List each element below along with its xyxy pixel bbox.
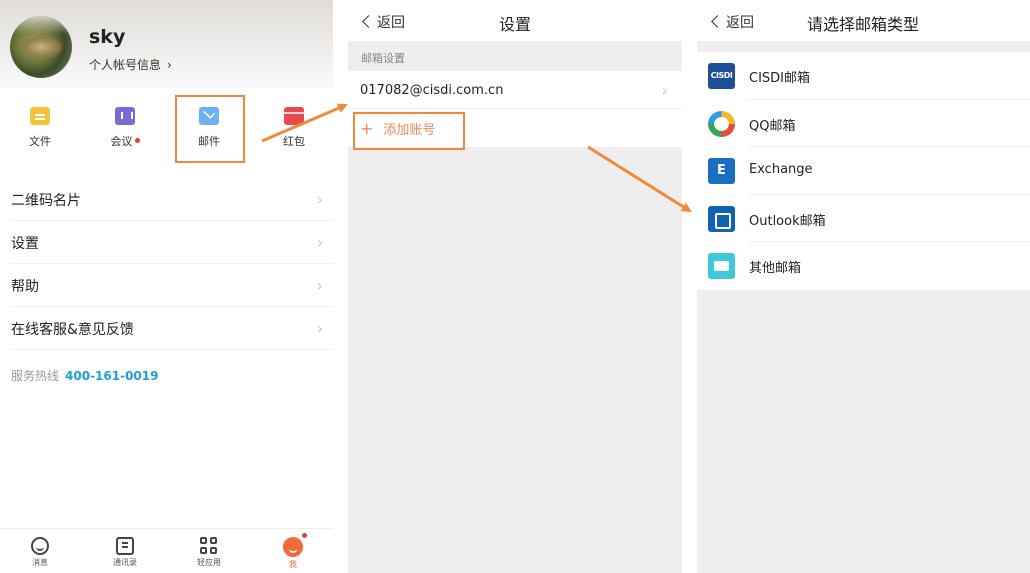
service-hotline: 服务热线 400-161-0019 — [11, 367, 158, 384]
shortcut-label: 会议 — [110, 135, 133, 148]
mail-type-label: 其他邮箱 — [749, 261, 802, 276]
profile-header[interactable]: sky 个人帐号信息 › — [0, 0, 333, 88]
mail-type-exchange[interactable]: E Exchange — [697, 147, 1030, 195]
nav-bar: 返回 设置 — [348, 0, 682, 41]
mail-type-outlook[interactable]: Outlook邮箱 — [697, 195, 1030, 242]
me-screen: sky 个人帐号信息 › 文件 会议 邮件 红包 二维码名片 › 设置 › 帮助 … — [0, 0, 333, 573]
mail-type-label: Outlook邮箱 — [749, 213, 826, 229]
folder-icon — [30, 107, 50, 125]
shortcut-label: 红包 — [283, 135, 305, 148]
other-mail-icon — [708, 253, 735, 279]
tab-apps[interactable]: 轻应用 — [179, 537, 239, 568]
bottom-tab-bar: 消息 通讯录 轻应用 我 — [0, 528, 333, 573]
tab-contacts[interactable]: 通讯录 — [95, 537, 155, 568]
tab-label: 消息 — [32, 558, 48, 567]
qq-mail-icon — [708, 110, 735, 137]
menu-item-settings[interactable]: 设置 › — [11, 221, 333, 264]
notification-dot — [301, 532, 308, 539]
menu-item-label: 在线客服&意见反馈 — [11, 322, 134, 338]
tab-label: 通讯录 — [113, 558, 137, 567]
nav-bar: 返回 请选择邮箱类型 — [697, 0, 1030, 41]
menu-item-label: 二维码名片 — [11, 193, 81, 209]
chevron-right-icon: › — [316, 233, 323, 252]
menu-item-help[interactable]: 帮助 › — [11, 264, 333, 307]
mail-type-qq[interactable]: QQ邮箱 — [697, 100, 1030, 147]
highlight-box-add-account — [353, 112, 465, 150]
chevron-right-icon: › — [316, 190, 323, 209]
highlight-box-mail — [175, 95, 245, 163]
section-label: 邮箱设置 — [361, 52, 405, 65]
page-title: 请选择邮箱类型 — [807, 15, 920, 34]
menu-item-label: 设置 — [11, 236, 39, 252]
back-label: 返回 — [377, 15, 405, 31]
chevron-right-icon: › — [167, 58, 172, 72]
cisdi-mail-icon: CISDI — [708, 63, 735, 89]
menu-item-qr-card[interactable]: 二维码名片 › — [11, 178, 333, 221]
shortcut-meeting[interactable]: 会议 — [95, 107, 155, 149]
chevron-right-icon: › — [316, 319, 323, 338]
mail-type-label: CISDI邮箱 — [749, 71, 811, 86]
account-info-label: 个人帐号信息 — [89, 58, 162, 72]
chevron-left-icon — [711, 15, 724, 28]
shortcut-red-packet[interactable]: 红包 — [264, 107, 324, 149]
shortcut-file[interactable]: 文件 — [10, 107, 70, 149]
account-info-link[interactable]: 个人帐号信息 › — [89, 56, 172, 73]
menu-item-label: 帮助 — [11, 279, 39, 295]
hotline-number[interactable]: 400-161-0019 — [65, 369, 158, 383]
red-packet-icon — [284, 107, 304, 125]
me-icon — [283, 532, 308, 557]
tab-messages[interactable]: 消息 — [10, 537, 70, 568]
outlook-icon — [708, 205, 735, 232]
contacts-icon — [116, 537, 134, 555]
mail-type-other[interactable]: 其他邮箱 — [697, 242, 1030, 290]
chevron-right-icon: › — [316, 276, 323, 295]
mail-type-list: CISDI CISDI邮箱 QQ邮箱 E Exchange Outlook邮箱 … — [697, 52, 1030, 290]
mail-type-screen: 返回 请选择邮箱类型 CISDI CISDI邮箱 QQ邮箱 E Exchange… — [697, 0, 1030, 573]
chevron-left-icon — [362, 15, 375, 28]
back-label: 返回 — [726, 15, 754, 31]
page-title: 设置 — [499, 15, 532, 34]
tab-me[interactable]: 我 — [263, 532, 323, 570]
back-button[interactable]: 返回 — [711, 12, 754, 32]
avatar[interactable] — [10, 16, 72, 78]
tab-label: 轻应用 — [197, 558, 221, 567]
mail-type-cisdi[interactable]: CISDI CISDI邮箱 — [697, 52, 1030, 100]
notification-dot — [134, 138, 140, 143]
meeting-icon — [115, 107, 135, 125]
back-button[interactable]: 返回 — [362, 12, 405, 32]
message-icon — [31, 537, 49, 555]
hotline-label: 服务热线 — [11, 369, 60, 383]
mail-account-item[interactable]: 017082@cisdi.com.cn — [360, 83, 503, 98]
mail-type-label: QQ邮箱 — [749, 118, 796, 134]
username: sky — [89, 26, 126, 48]
chevron-right-icon: › — [661, 81, 668, 100]
mail-type-label: Exchange — [749, 162, 813, 177]
apps-icon — [200, 537, 218, 555]
menu-item-feedback[interactable]: 在线客服&意见反馈 › — [11, 307, 333, 350]
shortcut-label: 文件 — [29, 135, 51, 148]
divider — [348, 108, 682, 109]
exchange-icon: E — [708, 158, 735, 184]
settings-screen: 返回 设置 邮箱设置 017082@cisdi.com.cn › + 添加账号 — [348, 0, 682, 573]
tab-label: 我 — [289, 560, 297, 569]
